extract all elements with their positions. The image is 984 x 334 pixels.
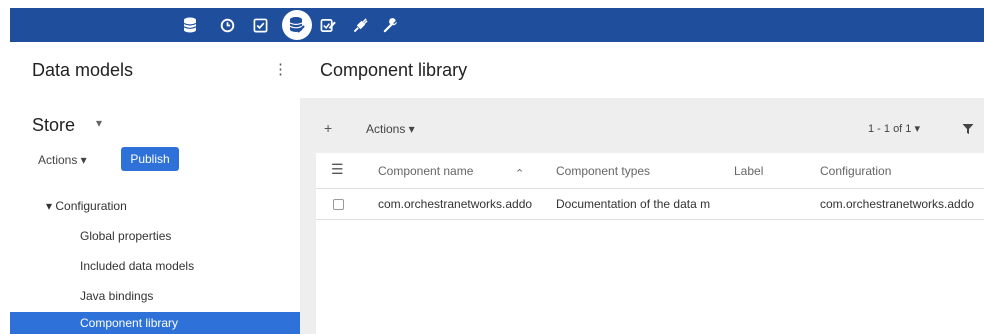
data-models-panel: Data models ⋮ Store ▾ Actions ▾ Publish … — [10, 42, 300, 334]
tree-item-java-bindings[interactable]: Java bindings — [80, 289, 153, 303]
table-row[interactable]: com.orchestranetworks.addo Documentation… — [316, 189, 984, 220]
wrench-icon[interactable] — [377, 8, 403, 42]
top-toolbar — [10, 8, 984, 42]
database-icon[interactable] — [177, 8, 203, 42]
tree-item-component-library[interactable]: Component library — [10, 312, 300, 334]
row-checkbox[interactable] — [333, 199, 344, 210]
panel-title: Data models — [32, 60, 134, 80]
kebab-menu-icon[interactable]: ⋮ — [273, 60, 288, 78]
clock-icon[interactable] — [214, 8, 240, 42]
tree-item-included-data-models[interactable]: Included data models — [80, 259, 194, 273]
actions-dropdown[interactable]: Actions ▾ — [366, 122, 415, 136]
components-table: ☰ Component name ⌃ Component types Label… — [316, 153, 984, 334]
tree-item-global-properties[interactable]: Global properties — [80, 229, 171, 243]
pagination-dropdown[interactable]: 1 - 1 of 1 ▾ — [868, 122, 920, 135]
cell-component-types: Documentation of the data m — [556, 197, 711, 211]
column-header-label[interactable]: Label — [734, 164, 763, 178]
component-library-panel: Component library + Actions ▾ 1 - 1 of 1… — [300, 42, 984, 334]
actions-dropdown[interactable]: Actions ▾ — [38, 153, 87, 167]
cell-configuration: com.orchestranetworks.addo — [820, 197, 975, 211]
table-header: ☰ Component name ⌃ Component types Label… — [316, 153, 984, 189]
tree-item-label: Component library — [80, 316, 179, 330]
tree-item-configuration[interactable]: ▾ Configuration — [46, 199, 127, 213]
cell-component-name: com.orchestranetworks.addo — [378, 197, 533, 211]
edit-check-icon[interactable] — [315, 8, 341, 42]
publish-button[interactable]: Publish — [121, 147, 179, 171]
chevron-down-icon[interactable]: ▾ — [96, 116, 102, 130]
column-header-component-types[interactable]: Component types — [556, 164, 650, 178]
filter-icon[interactable] — [962, 122, 974, 140]
plug-icon[interactable] — [347, 8, 373, 42]
column-menu-icon[interactable]: ☰ — [331, 161, 344, 178]
page-title: Component library — [320, 60, 468, 80]
panel-header: Component library — [300, 42, 984, 98]
store-selector[interactable]: Store — [32, 115, 75, 136]
data-model-icon[interactable] — [282, 10, 312, 40]
sort-ascending-icon[interactable]: ⌃ — [515, 167, 524, 180]
column-header-component-name[interactable]: Component name — [378, 164, 473, 178]
column-header-configuration[interactable]: Configuration — [820, 164, 891, 178]
add-button[interactable]: + — [324, 120, 332, 136]
checklist-icon[interactable] — [247, 8, 273, 42]
